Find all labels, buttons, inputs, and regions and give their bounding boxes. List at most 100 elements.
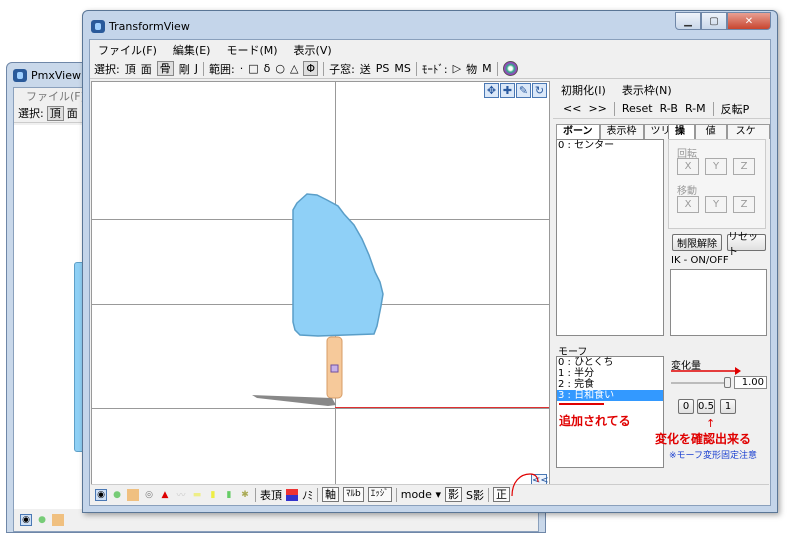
menu-view[interactable]: 表示(V)	[294, 42, 332, 58]
gear-icon[interactable]: ✱	[239, 489, 251, 501]
mode-dropdown[interactable]: mode ▾	[401, 488, 441, 501]
bulb-icon[interactable]: ▮	[207, 489, 219, 501]
nomi-toggle[interactable]: ﾉﾐ	[302, 487, 313, 503]
next-button[interactable]: >>	[588, 102, 606, 115]
menu-mode[interactable]: モード(M)	[226, 42, 277, 58]
prev-button[interactable]: <<	[563, 102, 581, 115]
tab-operation[interactable]: 操作	[668, 124, 695, 151]
reset-morph-button[interactable]: R-M	[685, 102, 706, 115]
s-shadow-toggle[interactable]: S影	[466, 487, 484, 503]
joint-toggle[interactable]: J	[195, 62, 198, 75]
list-item-selected[interactable]: 3 : 日和食い	[557, 390, 663, 401]
object-button[interactable]: 物	[466, 61, 477, 77]
green-ball-icon[interactable]: ●	[111, 489, 123, 501]
transformview-title: TransformView	[109, 19, 190, 33]
transformview-titlebar[interactable]: TransformView	[91, 17, 190, 35]
morph-slider-track[interactable]	[671, 382, 729, 384]
marb-toggle[interactable]: ﾏﾙb	[343, 487, 364, 502]
model-render	[252, 193, 384, 406]
bone-list[interactable]: 0 : センター	[556, 139, 664, 336]
minimize-button[interactable]: ▁	[675, 12, 701, 30]
preset-1-button[interactable]: 1	[720, 399, 736, 414]
rotate-x-button[interactable]: X	[677, 158, 699, 175]
limit-release-button[interactable]: 制限解除	[672, 234, 722, 251]
bone-marker[interactable]	[330, 364, 339, 373]
pmx-tool-icon[interactable]: ●	[36, 514, 48, 526]
tab-scale[interactable]: スケール	[726, 124, 770, 151]
range-triangle-icon[interactable]: △	[290, 62, 298, 75]
list-item[interactable]: 0 : ひとくち	[557, 357, 663, 368]
reset-all-button[interactable]: Reset	[622, 102, 653, 115]
move-view-icon[interactable]: ✥	[484, 83, 499, 98]
toolbar-separator	[712, 101, 714, 116]
light-icon[interactable]: ▬	[191, 489, 203, 501]
bone-toggle[interactable]: 骨	[156, 61, 174, 76]
menu-file[interactable]: ファイル(F)	[98, 42, 157, 58]
list-item[interactable]: 1 : 半分	[557, 368, 663, 379]
rotate-view-icon[interactable]: ↻	[532, 83, 547, 98]
3d-viewport[interactable]: ✥ ✚ ✎ ↻ <<	[91, 81, 550, 490]
select-icon[interactable]: ◉	[95, 488, 107, 501]
range-circle-icon[interactable]: ○	[275, 62, 285, 75]
pmxview-titlebar[interactable]: PmxView *	[13, 67, 90, 83]
preset-0-button[interactable]: 0	[678, 399, 694, 414]
m-button[interactable]: M	[482, 62, 492, 75]
toolbar-separator	[202, 61, 204, 76]
move-axis-icon[interactable]: ✚	[500, 83, 515, 98]
color-icon[interactable]	[286, 488, 298, 501]
move-z-button[interactable]: Z	[733, 196, 755, 213]
flip-pose-button[interactable]: 反転P	[721, 101, 750, 117]
wire-icon[interactable]: 〰	[175, 489, 187, 501]
menu-initialize[interactable]: 初期化(I)	[561, 82, 606, 98]
app-icon	[13, 68, 27, 82]
list-item[interactable]: 2 : 完食	[557, 379, 663, 390]
range-phi-icon[interactable]: Φ	[303, 61, 319, 76]
move-x-button[interactable]: X	[677, 196, 699, 213]
toolbar-separator	[613, 101, 615, 116]
menu-edit[interactable]: 編集(E)	[173, 42, 211, 58]
rotate-z-button[interactable]: Z	[733, 158, 755, 175]
sphere-icon[interactable]: ◎	[143, 489, 155, 501]
play-icon[interactable]: ▷	[453, 62, 461, 75]
ps-button[interactable]: PS	[376, 62, 390, 75]
red-triangle-icon[interactable]: ▲	[159, 489, 171, 501]
close-icon: ✕	[744, 15, 754, 27]
rotate-y-button[interactable]: Y	[705, 158, 727, 175]
pmx-vertex-toggle[interactable]: 頂	[46, 106, 64, 121]
shadow-toggle[interactable]: 影	[444, 487, 462, 502]
pmx-select-icon[interactable]: ◉	[20, 514, 32, 526]
send-button[interactable]: 送	[360, 61, 371, 77]
texture-icon[interactable]	[127, 488, 139, 501]
vertex-toggle[interactable]: 頂	[125, 61, 136, 77]
maximize-button[interactable]: ▢	[701, 12, 727, 30]
select-label: 選択:	[94, 62, 120, 76]
globe-icon[interactable]	[502, 61, 518, 76]
tab-bone[interactable]: ボーン	[556, 124, 600, 139]
menu-display-frame[interactable]: 表示枠(N)	[622, 82, 672, 98]
rigid-toggle[interactable]: 剛	[179, 61, 190, 77]
pencil-icon[interactable]: ✎	[516, 83, 531, 98]
range-lasso-icon[interactable]: δ	[264, 62, 271, 75]
ms-button[interactable]: MS	[394, 62, 410, 75]
tab-value[interactable]: 値	[694, 124, 727, 139]
reset-bone-button[interactable]: R-B	[660, 102, 678, 115]
reset-button[interactable]: リセット	[727, 232, 766, 258]
ik-list[interactable]	[670, 269, 767, 336]
pmx-tool-icon-2[interactable]	[52, 514, 64, 526]
face-toggle[interactable]: 面	[141, 61, 152, 77]
toolbar-separator	[487, 487, 489, 502]
axis-toggle[interactable]: 軸	[322, 487, 339, 502]
morph-slider-thumb[interactable]	[724, 377, 731, 388]
morph-value-field[interactable]: 1.00	[734, 376, 767, 389]
display-vertex-label[interactable]: 表頂	[260, 487, 282, 503]
pmx-face-toggle[interactable]: 面	[67, 105, 78, 123]
move-y-button[interactable]: Y	[705, 196, 727, 213]
tab-display-frame[interactable]: 表示枠	[599, 124, 644, 139]
range-rect-icon[interactable]: □	[248, 62, 258, 75]
green-icon[interactable]: ▮	[223, 489, 235, 501]
preset-half-button[interactable]: 0.5	[697, 399, 715, 414]
close-button[interactable]: ✕	[727, 12, 771, 30]
list-item[interactable]: 0 : センター	[557, 140, 663, 151]
edge-toggle[interactable]: ｴｯｼﾞ	[367, 487, 392, 502]
range-point-icon[interactable]: ·	[240, 62, 244, 75]
